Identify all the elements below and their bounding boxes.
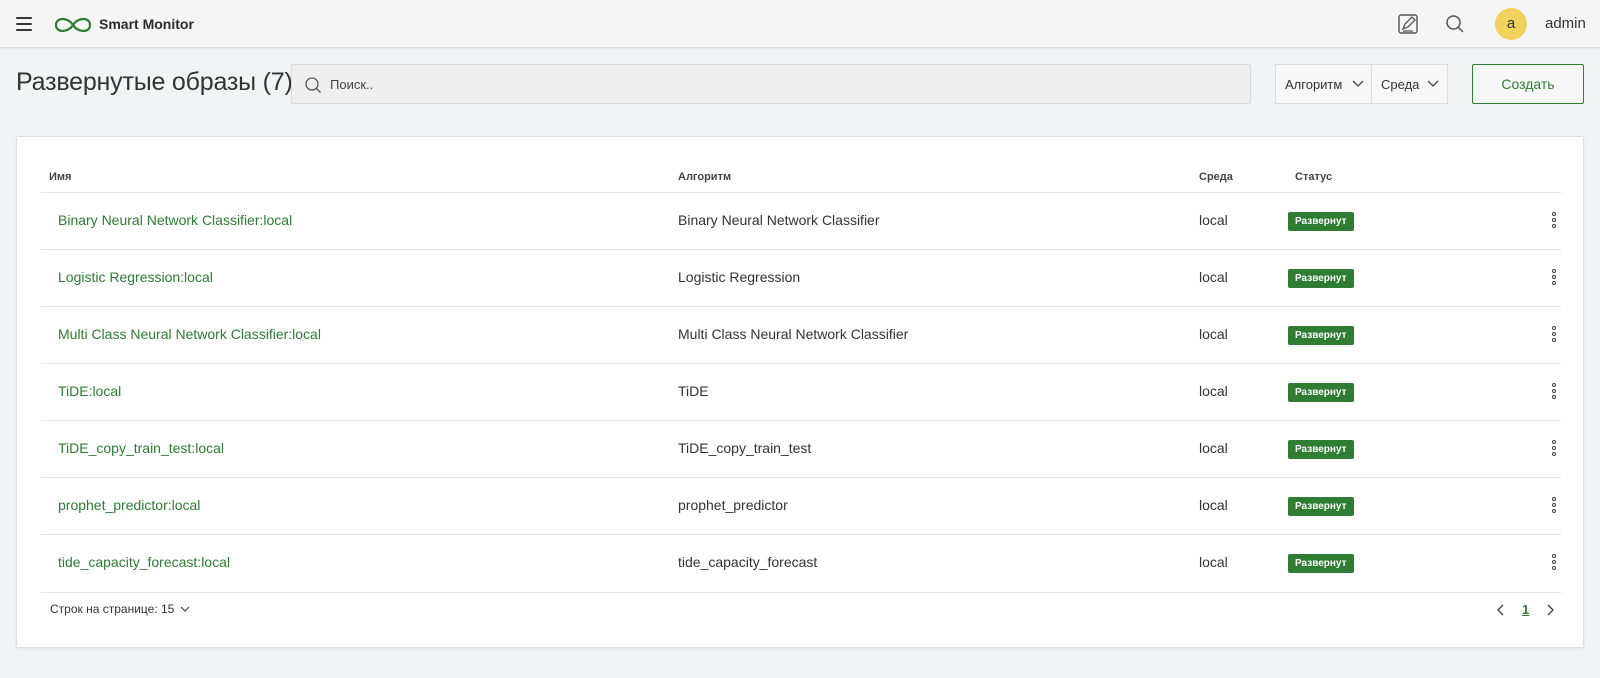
search-icon[interactable]	[1443, 12, 1467, 36]
page-title: Развернутые образы (7)	[16, 68, 293, 96]
table-row: Logistic Regression:local Logistic Regre…	[41, 249, 1561, 306]
image-name-link[interactable]: TiDE:local	[58, 383, 121, 399]
app-title: Smart Monitor	[99, 16, 194, 32]
images-table-card: Имя Алгоритм Среда Статус Binary Neural …	[16, 136, 1584, 648]
column-header-status[interactable]: Статус	[1295, 171, 1332, 183]
algorithm-filter-dropdown[interactable]: Алгоритм	[1275, 64, 1372, 104]
environment-cell: local	[1199, 383, 1228, 399]
chevron-down-icon	[180, 606, 190, 613]
image-name-link[interactable]: tide_capacity_forecast:local	[58, 554, 230, 570]
search-input[interactable]	[330, 65, 1230, 103]
environment-cell: local	[1199, 440, 1228, 456]
algorithm-cell: TiDE	[678, 383, 709, 399]
table-row: TiDE_copy_train_test:local TiDE_copy_tra…	[41, 420, 1561, 477]
more-actions-icon[interactable]	[1548, 554, 1560, 572]
image-name-link[interactable]: prophet_predictor:local	[58, 497, 200, 513]
environment-cell: local	[1199, 326, 1228, 342]
rows-per-page-select[interactable]: Строк на странице: 15	[50, 602, 190, 616]
status-badge: Развернут	[1288, 497, 1354, 516]
column-header-environment[interactable]: Среда	[1199, 171, 1233, 183]
status-badge: Развернут	[1288, 212, 1354, 231]
status-badge: Развернут	[1288, 383, 1354, 402]
table-row: TiDE:local TiDE local Развернут	[41, 363, 1561, 420]
status-badge: Развернут	[1288, 326, 1354, 345]
table-row: prophet_predictor:local prophet_predicto…	[41, 477, 1561, 534]
username[interactable]: admin	[1545, 15, 1586, 32]
chevron-down-icon	[1352, 80, 1364, 87]
algorithm-cell: prophet_predictor	[678, 497, 788, 513]
environment-filter-label: Среда	[1381, 77, 1420, 92]
page-number-current[interactable]: 1	[1522, 602, 1529, 617]
more-actions-icon[interactable]	[1548, 383, 1560, 401]
environment-cell: local	[1199, 497, 1228, 513]
column-header-algorithm[interactable]: Алгоритм	[678, 171, 731, 183]
more-actions-icon[interactable]	[1548, 440, 1560, 458]
image-name-link[interactable]: Multi Class Neural Network Classifier:lo…	[58, 326, 321, 342]
environment-cell: local	[1199, 554, 1228, 570]
avatar[interactable]: a	[1495, 8, 1527, 40]
top-bar: Smart Monitor a admin	[0, 0, 1600, 48]
algorithm-cell: Multi Class Neural Network Classifier	[678, 326, 909, 342]
more-actions-icon[interactable]	[1548, 269, 1560, 287]
status-badge: Развернут	[1288, 440, 1354, 459]
chevron-down-icon	[1427, 80, 1439, 87]
image-name-link[interactable]: Binary Neural Network Classifier:local	[58, 212, 292, 228]
infinity-logo-icon	[54, 17, 92, 33]
search-icon	[305, 77, 321, 93]
table-row: Binary Neural Network Classifier:local B…	[41, 192, 1561, 249]
algorithm-filter-label: Алгоритм	[1285, 77, 1343, 92]
table-row: Multi Class Neural Network Classifier:lo…	[41, 306, 1561, 363]
environment-cell: local	[1199, 269, 1228, 285]
image-name-link[interactable]: Logistic Regression:local	[58, 269, 213, 285]
algorithm-cell: TiDE_copy_train_test	[678, 440, 812, 456]
algorithm-cell: Logistic Regression	[678, 269, 801, 285]
more-actions-icon[interactable]	[1548, 326, 1560, 344]
image-name-link[interactable]: TiDE_copy_train_test:local	[58, 440, 224, 456]
create-button[interactable]: Создать	[1472, 64, 1584, 104]
status-badge: Развернут	[1288, 269, 1354, 288]
chevron-left-icon[interactable]	[1491, 600, 1511, 620]
search-box	[291, 64, 1251, 104]
environment-cell: local	[1199, 212, 1228, 228]
algorithm-cell: tide_capacity_forecast	[678, 554, 818, 570]
edit-note-icon[interactable]	[1396, 12, 1420, 36]
more-actions-icon[interactable]	[1548, 497, 1560, 515]
status-badge: Развернут	[1288, 554, 1354, 573]
chevron-right-icon[interactable]	[1540, 600, 1560, 620]
table-footer-divider	[41, 592, 1561, 593]
more-actions-icon[interactable]	[1548, 212, 1560, 230]
column-header-name[interactable]: Имя	[49, 171, 71, 183]
rows-per-page-label: Строк на странице: 15	[50, 602, 175, 616]
algorithm-cell: Binary Neural Network Classifier	[678, 212, 880, 228]
table-row: tide_capacity_forecast:local tide_capaci…	[41, 534, 1561, 591]
hamburger-menu-icon[interactable]	[14, 13, 34, 35]
environment-filter-dropdown[interactable]: Среда	[1371, 64, 1448, 104]
